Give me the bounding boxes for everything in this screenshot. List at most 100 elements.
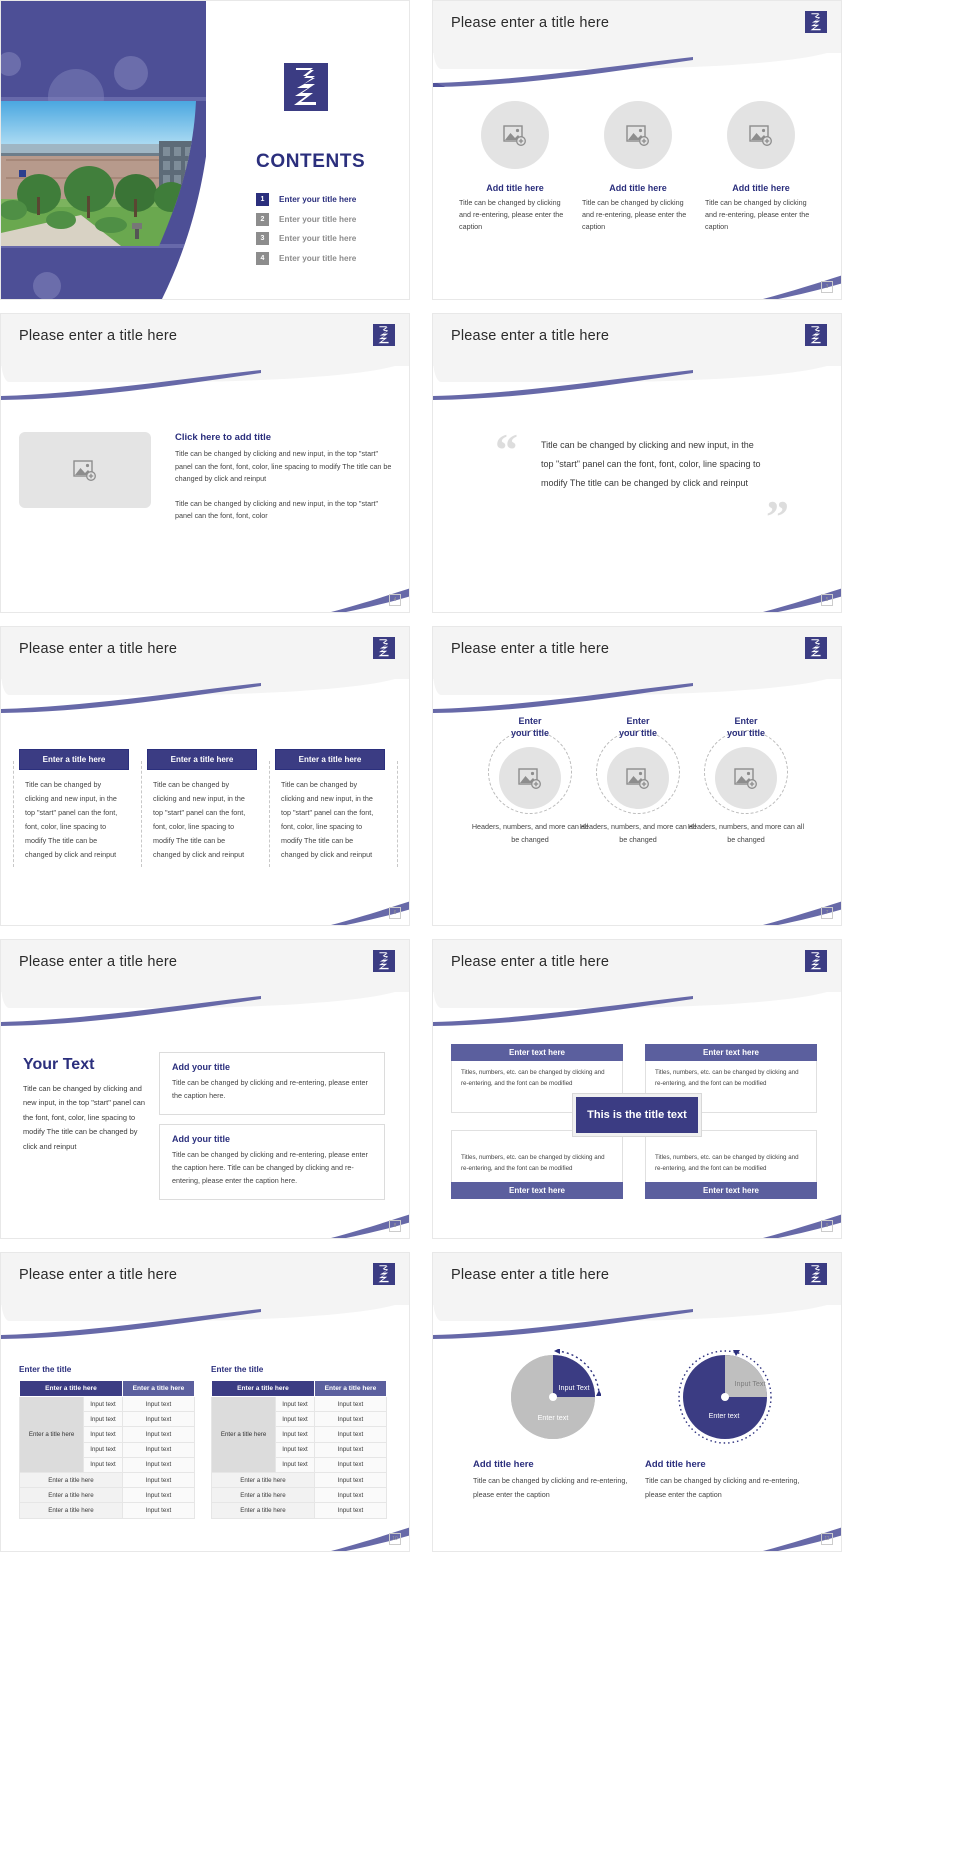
cell: Input text [313, 1456, 388, 1473]
page-number: 7 [821, 907, 833, 919]
divider [269, 761, 270, 867]
table-row: Enter a title here Input text [19, 1502, 196, 1519]
university-logo [805, 11, 827, 33]
slide-title: Please enter a title here [19, 328, 178, 344]
university-logo [373, 324, 395, 346]
table[interactable]: Enter a title here Enter a title here En… [210, 1380, 388, 1519]
add-image-icon [73, 459, 96, 481]
circle-column[interactable]: Enter your title Headers, numbers, and mo… [579, 715, 697, 846]
slide-pie-charts[interactable]: Please enter a title here Input Text Ent… [432, 1252, 842, 1552]
chip-title[interactable]: Enter a title here [275, 749, 385, 770]
bottom-accent [433, 273, 841, 299]
circle-column[interactable]: Enter your title Headers, numbers, and mo… [687, 715, 805, 846]
center-title-box[interactable]: This is the title text [573, 1094, 701, 1136]
bottom-accent [1, 1525, 409, 1551]
chip-caption: Title can be changed by clicking and new… [25, 780, 118, 860]
chip-column[interactable]: Enter a title here Title can be changed … [275, 749, 385, 862]
matrix-cell-bottom-left[interactable]: Titles, numbers, etc. can be changed by … [451, 1130, 623, 1199]
bottom-accent [1, 1212, 409, 1238]
circle-caption: Headers, numbers, and more can all be ch… [471, 822, 589, 844]
image-placeholder[interactable] [715, 747, 777, 810]
feature-column[interactable]: Add title here Title can be changed by c… [455, 101, 575, 233]
bottom-accent [1, 899, 409, 925]
page-number: 4 [389, 594, 401, 606]
cell: Input text [83, 1395, 123, 1413]
data-table-left[interactable]: Enter the title Enter a title here Enter… [18, 1365, 196, 1519]
slide-image-text[interactable]: Please enter a title here Click here to … [0, 313, 410, 613]
slide-three-circles[interactable]: Please enter a title here Add title here… [432, 0, 842, 300]
toc-item[interactable]: 3 Enter your title here [256, 232, 356, 245]
bottom-accent [433, 899, 841, 925]
table-header-row: Enter a title here Enter a title here [211, 1380, 388, 1397]
accent-swoosh [1, 683, 261, 713]
slide-quote[interactable]: Please enter a title here “ Title can be… [432, 313, 842, 613]
bottom-accent [433, 586, 841, 612]
slide-your-text[interactable]: Please enter a title here Your Text Titl… [0, 939, 410, 1239]
chip-title[interactable]: Enter a title here [19, 749, 129, 770]
chart-caption: Title can be changed by clicking and re-… [473, 1476, 628, 1499]
add-image-icon [749, 124, 772, 146]
image-placeholder[interactable] [481, 101, 549, 169]
feature-column[interactable]: Add title here Title can be changed by c… [578, 101, 698, 233]
toc-item[interactable]: 1 Enter your title here [256, 193, 356, 206]
bottom-accent [433, 1525, 841, 1551]
bottom-accent [433, 1212, 841, 1238]
quote-open-icon: “ [495, 424, 518, 475]
chip-column[interactable]: Enter a title here Title can be changed … [19, 749, 129, 862]
chip-caption: Title can be changed by clicking and new… [153, 780, 246, 860]
toc-number: 1 [256, 193, 269, 206]
lead-paragraph: Title can be changed by clicking and new… [23, 1084, 145, 1151]
chip-column[interactable]: Enter a title here Title can be changed … [147, 749, 257, 862]
university-logo [373, 637, 395, 659]
card-title: Add your title [172, 1134, 230, 1144]
circle-caption: Headers, numbers, and more can all be ch… [687, 822, 805, 844]
quote-text: Title can be changed by clicking and new… [541, 440, 761, 488]
chip-title[interactable]: Enter a title here [147, 749, 257, 770]
feature-title: Add title here [486, 183, 544, 193]
slide-three-chips[interactable]: Please enter a title here Enter a title … [0, 626, 410, 926]
matrix-cell-bottom-right[interactable]: Titles, numbers, etc. can be changed by … [645, 1130, 817, 1199]
slide-title: Please enter a title here [451, 15, 610, 31]
cell: Input text [83, 1426, 123, 1443]
toc-item[interactable]: 4 Enter your title here [256, 251, 356, 265]
body-title: Click here to add title [175, 432, 272, 443]
add-image-icon [503, 124, 526, 146]
chart-caption: Title can be changed by clicking and re-… [645, 1476, 800, 1499]
cell: Input text [121, 1426, 196, 1443]
card-title: Add your title [172, 1062, 230, 1072]
slide-tables[interactable]: Please enter a title here Enter the titl… [0, 1252, 410, 1552]
image-placeholder[interactable] [607, 747, 669, 810]
image-placeholder[interactable] [19, 432, 151, 508]
info-card[interactable]: Add your title Title can be changed by c… [159, 1124, 385, 1200]
table-row: Enter a title here Input text [211, 1487, 388, 1504]
toc-item[interactable]: 2 Enter your title here [256, 212, 356, 226]
table-caption: Enter the title [19, 1365, 72, 1374]
slide-circles-dashed[interactable]: Please enter a title here Enter your titl… [432, 626, 842, 926]
university-logo [805, 1263, 827, 1285]
cell-footer: Enter text here [451, 1182, 623, 1199]
pie-chart-block-2[interactable]: Input Text Enter text Add title here Tit… [645, 1349, 805, 1501]
feature-column[interactable]: Add title here Title can be changed by c… [701, 101, 821, 233]
cell: Enter a title here [211, 1487, 315, 1504]
pie-chart-block-1[interactable]: Input Text Enter text Add title here Tit… [473, 1348, 633, 1501]
university-logo [373, 1263, 395, 1285]
image-placeholder[interactable] [604, 101, 672, 169]
chip-caption: Title can be changed by clicking and new… [281, 780, 374, 860]
image-placeholder[interactable] [499, 747, 561, 810]
slide-quad-matrix[interactable]: Please enter a title here Enter text her… [432, 939, 842, 1239]
cell: Input text [275, 1411, 315, 1428]
table[interactable]: Enter a title here Enter a title here En… [18, 1380, 196, 1519]
circle-column[interactable]: Enter your title Headers, numbers, and mo… [471, 715, 589, 846]
accent-swoosh [1, 1309, 261, 1339]
slide-cover[interactable]: CONTENTS 1 Enter your title here 2 Enter… [0, 0, 410, 300]
cell: Input text [121, 1456, 196, 1473]
image-placeholder[interactable] [727, 101, 795, 169]
info-card[interactable]: Add your title Title can be changed by c… [159, 1052, 385, 1115]
data-table-right[interactable]: Enter the title Enter a title here Enter… [210, 1365, 388, 1519]
page-number: 9 [821, 1220, 833, 1232]
cell: Enter a title here [211, 1502, 315, 1519]
column-header: Enter a title here [313, 1380, 388, 1397]
row-side-label: Enter a title here [210, 1396, 277, 1473]
page-number: 10 [389, 1533, 401, 1545]
page-number: 6 [389, 907, 401, 919]
